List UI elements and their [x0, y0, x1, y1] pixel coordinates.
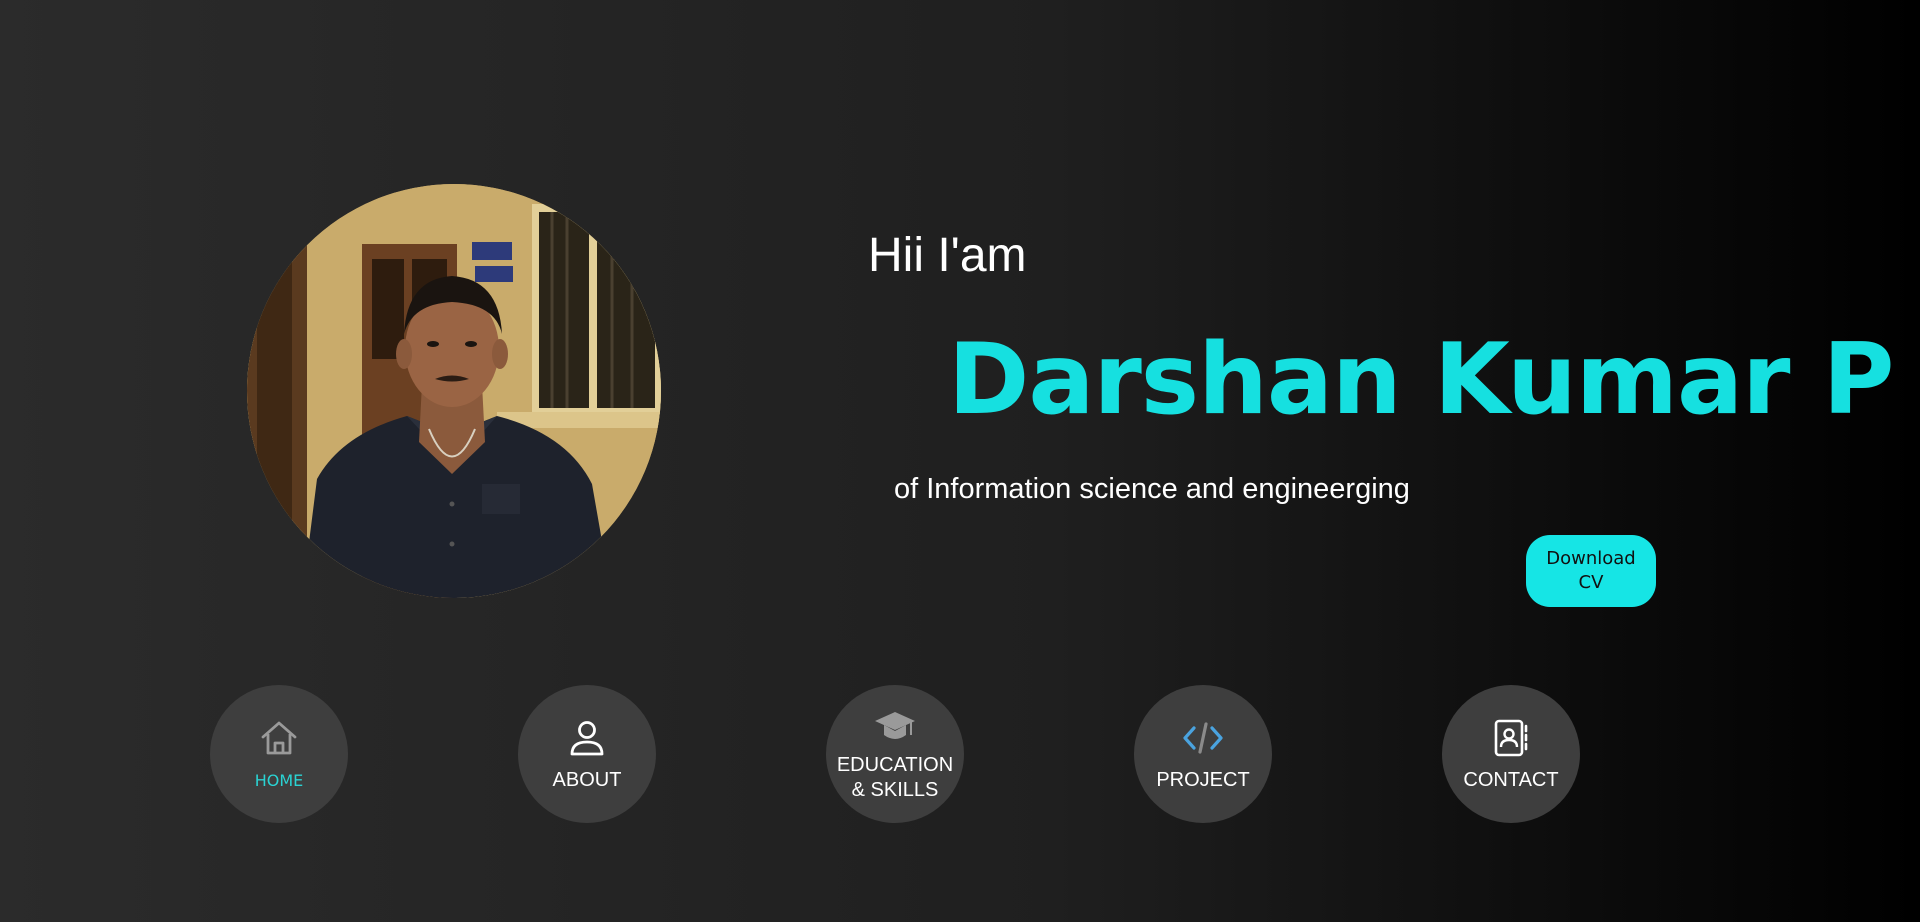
download-cv-label-line2: CV: [1578, 572, 1604, 593]
nav-home[interactable]: HOME: [210, 685, 348, 823]
user-icon: [570, 720, 604, 755]
graduation-cap-icon: [875, 712, 915, 739]
nav-home-label: HOME: [254, 770, 304, 790]
contact-book-icon: [1494, 719, 1528, 756]
download-cv-label-line1: Download: [1546, 548, 1636, 569]
profile-photo-image: [247, 184, 661, 598]
nav-project[interactable]: PROJECT: [1134, 685, 1272, 823]
nav-project-label: PROJECT: [1156, 768, 1250, 791]
nav-about-label: ABOUT: [552, 768, 622, 791]
download-cv-button[interactable]: Download CV: [1526, 535, 1656, 607]
home-icon: [261, 721, 297, 754]
nav-education-skills[interactable]: EDUCATION & SKILLS: [826, 685, 964, 823]
nav-about[interactable]: ABOUT: [518, 685, 656, 823]
code-icon: [1183, 721, 1223, 754]
nav-education-skills-label: EDUCATION & SKILLS: [837, 753, 953, 803]
hero-name: Darshan Kumar P: [948, 323, 1894, 437]
greeting-text: Hii I'am: [868, 229, 1027, 282]
nav-education-line2: & SKILLS: [851, 779, 939, 801]
hero-tagline: of Information science and engineerging: [894, 473, 1410, 505]
profile-photo: [247, 184, 661, 598]
nav-contact-label: CONTACT: [1463, 768, 1559, 791]
nav-contact[interactable]: CONTACT: [1442, 685, 1580, 823]
nav-education-line1: EDUCATION: [836, 754, 954, 776]
download-cv-label: Download CV: [1546, 547, 1635, 595]
